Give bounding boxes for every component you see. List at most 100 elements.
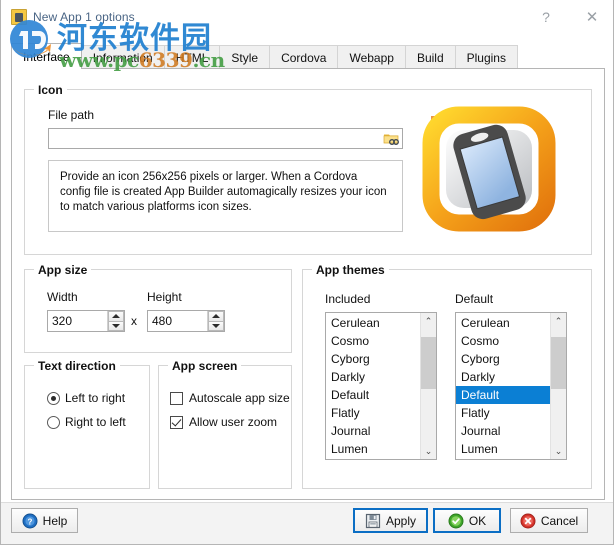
- list-item[interactable]: Cerulean: [326, 314, 420, 332]
- default-themes-items: Cerulean Cosmo Cyborg Darkly Default Fla…: [456, 313, 550, 459]
- app-screen-legend: App screen: [168, 359, 242, 373]
- check-circle-icon: [448, 513, 464, 528]
- tab-cordova[interactable]: Cordova: [269, 45, 339, 69]
- app-builder-phone-icon: [417, 104, 567, 242]
- scrollbar-thumb[interactable]: [551, 337, 566, 389]
- app-size-group: App size Width Height x: [24, 263, 292, 353]
- height-stepper-buttons: [207, 311, 224, 331]
- list-item[interactable]: Darkly: [456, 368, 550, 386]
- cancel-x-icon: [520, 513, 536, 528]
- icon-group-legend: Icon: [34, 83, 67, 97]
- width-label: Width: [47, 290, 78, 304]
- width-input[interactable]: [48, 311, 107, 331]
- svg-text:?: ?: [27, 517, 32, 526]
- chevron-up-icon: [212, 314, 220, 319]
- tab-strip: Interface Information HTML Style Cordova…: [1, 43, 613, 69]
- tab-webapp[interactable]: Webapp: [337, 45, 406, 69]
- help-icon: ?: [22, 513, 38, 528]
- height-increment-button[interactable]: [208, 311, 224, 321]
- width-stepper[interactable]: [47, 310, 125, 332]
- tab-html[interactable]: HTML: [163, 45, 221, 69]
- chevron-down-icon: [212, 323, 220, 328]
- file-path-field[interactable]: [48, 128, 403, 149]
- scrollbar-thumb[interactable]: [421, 337, 436, 389]
- scroll-down-icon[interactable]: ⌄: [421, 443, 436, 459]
- scrollbar-track[interactable]: [551, 329, 566, 443]
- app-themes-group: App themes Included Default Cerulean Cos…: [302, 263, 592, 489]
- included-list-label: Included: [325, 292, 371, 306]
- included-themes-listbox[interactable]: Cerulean Cosmo Cyborg Darkly Default Fla…: [325, 312, 437, 460]
- height-stepper[interactable]: [147, 310, 225, 332]
- checkbox-autoscale-app-size[interactable]: Autoscale app size: [170, 391, 290, 405]
- default-themes-listbox[interactable]: Cerulean Cosmo Cyborg Darkly Default Fla…: [455, 312, 567, 460]
- text-direction-legend: Text direction: [34, 359, 120, 373]
- icon-group: Icon File path Provide an icon 256x256 p…: [24, 83, 592, 255]
- list-item[interactable]: Cosmo: [456, 332, 550, 350]
- title-bar: New App 1 options ? ✕: [1, 0, 613, 33]
- list-item[interactable]: Journal: [326, 422, 420, 440]
- cancel-button[interactable]: Cancel: [510, 508, 588, 533]
- height-decrement-button[interactable]: [208, 320, 224, 331]
- list-item-selected[interactable]: Default: [456, 386, 550, 404]
- list-item[interactable]: Darkly: [326, 368, 420, 386]
- radio-indicator-icon: [47, 391, 60, 405]
- list-item[interactable]: Journal: [456, 422, 550, 440]
- size-separator: x: [131, 314, 137, 328]
- tab-style[interactable]: Style: [219, 45, 271, 69]
- apply-button[interactable]: Apply: [353, 508, 428, 533]
- scrollbar-track[interactable]: [421, 329, 436, 443]
- radio-left-to-right[interactable]: Left to right: [47, 391, 125, 405]
- list-item[interactable]: Cyborg: [326, 350, 420, 368]
- help-button[interactable]: ? Help: [11, 508, 78, 533]
- title-bar-buttons: ? ✕: [523, 0, 613, 33]
- list-item[interactable]: Cosmo: [326, 332, 420, 350]
- tab-plugins[interactable]: Plugins: [454, 45, 518, 69]
- chevron-up-icon: [112, 314, 120, 319]
- checkbox-autoscale-label: Autoscale app size: [189, 391, 290, 405]
- radio-right-to-left[interactable]: Right to left: [47, 415, 126, 429]
- app-screen-group: App screen Autoscale app size Allow user…: [158, 359, 292, 489]
- radio-indicator-icon: [47, 415, 60, 429]
- list-item[interactable]: Lumen: [456, 440, 550, 458]
- scroll-down-icon[interactable]: ⌄: [551, 443, 566, 459]
- radio-right-to-left-label: Right to left: [65, 415, 126, 429]
- checkbox-allow-zoom-label: Allow user zoom: [189, 415, 278, 429]
- list-item[interactable]: Default: [326, 386, 420, 404]
- list-item[interactable]: Cerulean: [456, 314, 550, 332]
- help-titlebar-button[interactable]: ?: [523, 0, 569, 33]
- height-input[interactable]: [148, 311, 207, 331]
- list-item[interactable]: Cyborg: [456, 350, 550, 368]
- tab-information[interactable]: Information: [80, 45, 165, 69]
- default-list-label: Default: [455, 292, 494, 306]
- width-stepper-buttons: [107, 311, 124, 331]
- file-path-label: File path: [48, 108, 95, 122]
- scroll-up-icon[interactable]: ⌃: [421, 313, 436, 329]
- width-increment-button[interactable]: [108, 311, 124, 321]
- folder-search-icon[interactable]: [380, 129, 402, 148]
- icon-description: Provide an icon 256x256 pixels or larger…: [48, 160, 403, 232]
- list-item[interactable]: Lumen: [326, 440, 420, 458]
- close-icon[interactable]: ✕: [569, 0, 613, 33]
- tab-page-interface: Icon File path Provide an icon 256x256 p…: [11, 68, 605, 500]
- save-floppy-icon: [365, 513, 381, 528]
- checkbox-indicator-icon: [170, 391, 183, 405]
- radio-left-to-right-label: Left to right: [65, 391, 126, 405]
- default-list-scrollbar[interactable]: ⌃ ⌄: [550, 313, 566, 459]
- window-title: New App 1 options: [33, 9, 135, 24]
- help-button-label: Help: [42, 513, 68, 528]
- tab-interface[interactable]: Interface: [11, 43, 82, 69]
- scroll-up-icon[interactable]: ⌃: [551, 313, 566, 329]
- text-direction-group: Text direction Left to right Right to le…: [24, 359, 150, 489]
- list-item[interactable]: Flatly: [456, 404, 550, 422]
- chevron-down-icon: [112, 323, 120, 328]
- tab-build[interactable]: Build: [404, 45, 456, 69]
- checkbox-indicator-icon: [170, 415, 183, 429]
- ok-button[interactable]: OK: [433, 508, 501, 533]
- checkbox-allow-user-zoom[interactable]: Allow user zoom: [170, 415, 277, 429]
- height-label: Height: [147, 290, 182, 304]
- included-list-scrollbar[interactable]: ⌃ ⌄: [420, 313, 436, 459]
- list-item[interactable]: Flatly: [326, 404, 420, 422]
- width-decrement-button[interactable]: [108, 320, 124, 331]
- dialog-window: New App 1 options ? ✕ Interface Informat…: [0, 0, 614, 545]
- file-path-input[interactable]: [49, 129, 380, 148]
